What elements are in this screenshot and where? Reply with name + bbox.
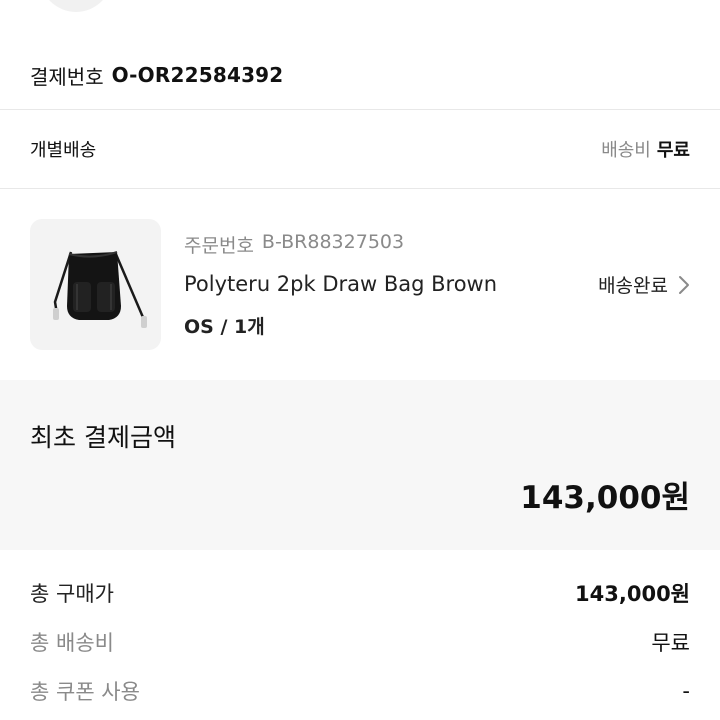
top-avatar — [40, 0, 112, 12]
backpack-image — [52, 250, 147, 328]
payment-number-row: 결제번호 O-OR22584392 — [30, 58, 283, 92]
initial-payment-amount: 143,000원 — [520, 480, 690, 516]
initial-payment-section: 최초 결제금액 143,000원 — [0, 380, 720, 550]
summary-value: 무료 — [651, 631, 690, 655]
order-number-label: 주문번호 — [184, 235, 254, 257]
order-number: 주문번호 B-BR88327503 — [184, 231, 497, 258]
order-item[interactable]: 주문번호 B-BR88327503 Polyteru 2pk Draw Bag … — [0, 189, 720, 379]
shipping-row: 개별배송 배송비 무료 — [0, 110, 720, 188]
initial-payment-title: 최초 결제금액 — [30, 423, 176, 452]
shipping-fee-value: 무료 — [656, 140, 690, 161]
summary-row-coupon-total: 총 쿠폰 사용 - — [0, 671, 720, 711]
shipping-fee-label: 배송비 — [601, 140, 651, 161]
payment-number-value: O-OR22584392 — [111, 63, 284, 87]
product-name[interactable]: Polyteru 2pk Draw Bag Brown — [184, 272, 497, 296]
summary-value: 143,000원 — [575, 582, 690, 606]
order-info: 주문번호 B-BR88327503 Polyteru 2pk Draw Bag … — [184, 231, 497, 339]
product-option: OS / 1개 — [184, 316, 265, 338]
summary-label: 총 구매가 — [30, 582, 114, 606]
delivery-status-label: 배송완료 — [598, 275, 668, 297]
summary-row-purchase-total: 총 구매가 143,000원 — [0, 573, 720, 613]
summary-label: 총 쿠폰 사용 — [30, 680, 140, 704]
payment-number-label: 결제번호 — [30, 64, 104, 89]
delivery-status-link[interactable]: 배송완료 — [598, 271, 690, 298]
summary-value: - — [682, 679, 690, 703]
summary-row-shipping-total: 총 배송비 무료 — [0, 622, 720, 662]
summary-label: 총 배송비 — [30, 631, 114, 655]
shipping-fee: 배송비 무료 — [601, 136, 690, 162]
order-number-value: B-BR88327503 — [261, 231, 405, 253]
shipping-title: 개별배송 — [30, 140, 97, 161]
chevron-right-icon — [679, 275, 689, 294]
product-thumbnail[interactable] — [30, 219, 161, 350]
